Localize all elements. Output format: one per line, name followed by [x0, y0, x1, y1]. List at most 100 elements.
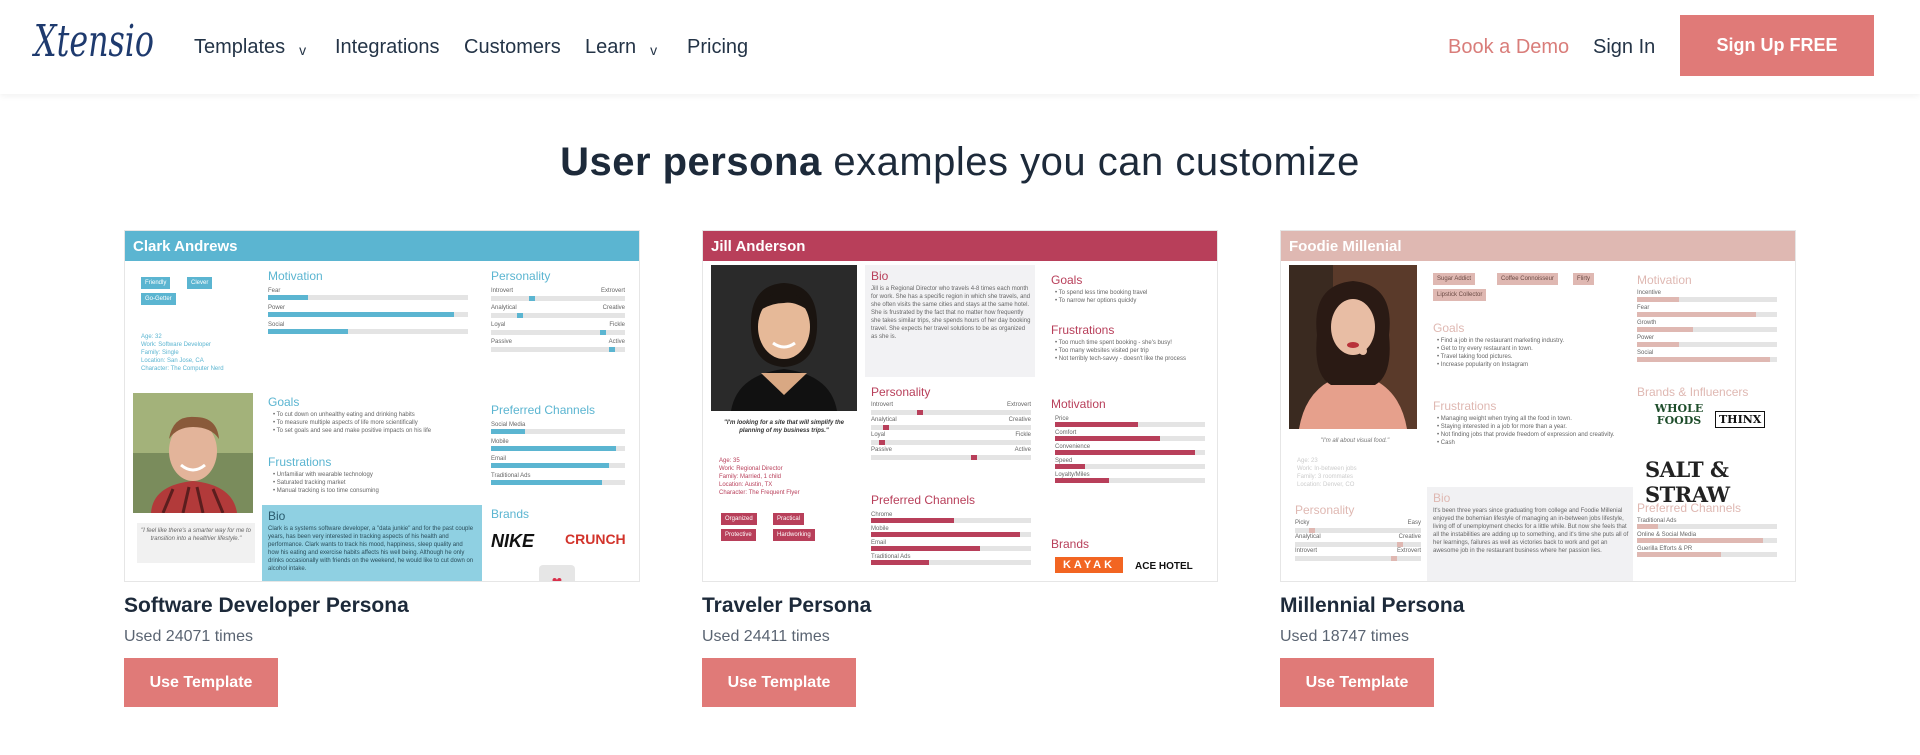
nav-pricing[interactable]: Pricing: [687, 36, 748, 59]
info-line: Location: San Jose, CA: [141, 358, 204, 364]
nav-integrations[interactable]: Integrations: [335, 36, 440, 59]
frustration-text: Too many websites visited per trip: [1058, 348, 1149, 354]
template-title[interactable]: Traveler Persona: [702, 594, 1218, 618]
persona-info: Age: 35 Work: Regional Director Family: …: [719, 457, 800, 497]
slider-right-label: Extrovert: [1396, 548, 1421, 554]
bar-track: [1055, 464, 1205, 469]
goal-item: • Get to try every restaurant in town.: [1437, 346, 1533, 352]
bio-panel: Bio It's been three years since graduati…: [1427, 487, 1633, 581]
bar-track: [491, 446, 625, 451]
bar-fill: [491, 446, 616, 451]
frustration-text: Cash: [1440, 440, 1455, 446]
goal-item: • To set goals and see and make positive…: [273, 428, 432, 434]
bar-fill: [491, 463, 609, 468]
bar-fill: [1637, 552, 1721, 557]
section-label: Preferred Channels: [491, 403, 596, 417]
persona-photo: [711, 265, 857, 411]
section-label: Preferred Channels: [1637, 501, 1742, 515]
persona-tag: Protective: [721, 529, 756, 541]
bar-fill: [1055, 478, 1109, 483]
use-template-button[interactable]: Use Template: [1280, 658, 1434, 707]
frustration-item: • Manual tracking is too time consuming: [273, 488, 379, 494]
use-template-button[interactable]: Use Template: [702, 658, 856, 707]
slider-track: [1295, 556, 1421, 561]
bar-fill: [871, 532, 1020, 537]
bar-track: [871, 560, 1031, 565]
frustrations-list: • Managing weight when trying all the fo…: [1437, 415, 1633, 447]
section-label: Goals: [1051, 273, 1083, 287]
section-label: Frustrations: [268, 455, 332, 469]
bar-label: Mobile: [491, 439, 509, 445]
nav-learn-label: Learn: [585, 36, 637, 58]
bar-label: Incentive: [1637, 290, 1662, 296]
xtensio-logo[interactable]: Xtensio: [32, 12, 158, 74]
bar-fill: [1637, 297, 1679, 302]
goal-item: • Travel taking food pictures.: [1437, 354, 1513, 360]
woman-portrait-image: [1289, 265, 1417, 429]
persona-tag: Coffee Connoisseur: [1497, 273, 1558, 285]
section-label: Bio: [871, 269, 889, 283]
persona-body: "I'm looking for a site that will simpli…: [703, 261, 1217, 581]
goal-item: • To spend less time booking travel: [1055, 290, 1148, 296]
goal-item: • To cut down on unhealthy eating and dr…: [273, 412, 415, 418]
chevron-down-icon: v: [650, 42, 658, 58]
info-line: Age: 32: [141, 334, 162, 340]
persona-preview[interactable]: Clark Andrews Friendly Clever Go-Getter …: [124, 230, 640, 582]
woman-portrait-image: [711, 265, 857, 411]
bar-fill: [1637, 342, 1679, 347]
persona-name: Jill Anderson: [703, 231, 1217, 261]
slider-knob: [517, 313, 523, 318]
usage-count: Used 18747 times: [1280, 628, 1409, 645]
slider-right-label: Extrovert: [1006, 402, 1031, 408]
nav-learn[interactable]: Learn v: [585, 36, 657, 59]
bar-fill: [1637, 327, 1693, 332]
persona-body: "I'm all about visual food." Age: 23 Wor…: [1281, 261, 1795, 581]
template-card-software-developer: Clark Andrews Friendly Clever Go-Getter …: [124, 230, 640, 707]
goal-text: To measure multiple aspects of life more…: [276, 420, 418, 426]
nav-templates[interactable]: Templates v: [194, 36, 306, 59]
goals-list: • To cut down on unhealthy eating and dr…: [273, 411, 473, 435]
slider-track: [871, 455, 1031, 460]
nav-integrations-label: Integrations: [335, 36, 440, 58]
template-title[interactable]: Millennial Persona: [1280, 594, 1796, 618]
sign-in-link[interactable]: Sign In: [1593, 36, 1655, 59]
frustration-item: • Too many websites visited per trip: [1055, 348, 1149, 354]
template-title[interactable]: Software Developer Persona: [124, 594, 640, 618]
slider-right-label: Creative: [1398, 534, 1421, 540]
bar-track: [871, 532, 1031, 537]
template-card-millennial: Foodie Millenial "I'm all about visual f…: [1280, 230, 1796, 707]
bar-fill: [1637, 524, 1658, 529]
info-line: Family: 3 roommates: [1297, 474, 1354, 480]
use-template-button[interactable]: Use Template: [124, 658, 278, 707]
bar-fill: [491, 480, 602, 485]
heart-icon[interactable]: ♥: [539, 565, 575, 581]
persona-body: Friendly Clever Go-Getter Age: 32 Work: …: [125, 261, 639, 581]
nav-customers[interactable]: Customers: [464, 36, 561, 59]
info-line: Work: Regional Director: [719, 466, 783, 472]
goals-list: • To spend less time booking travel • To…: [1055, 289, 1211, 305]
bar-label: Traditional Ads: [491, 473, 531, 479]
persona-info: Age: 23 Work: In-between jobs Family: 3 …: [1297, 457, 1357, 489]
goal-item: • Find a job in the restaurant marketing…: [1437, 338, 1565, 344]
page-heading: User persona examples you can customize: [0, 140, 1920, 185]
bar-track: [871, 518, 1031, 523]
book-demo-link[interactable]: Book a Demo: [1448, 36, 1569, 59]
bar-track: [1637, 357, 1777, 362]
man-portrait-image: [133, 393, 253, 513]
nav-customers-label: Customers: [464, 36, 561, 58]
bar-fill: [1055, 464, 1085, 469]
goal-text: Find a job in the restaurant marketing i…: [1440, 338, 1565, 344]
brand-logo-salt-straw: SALT & STRAW: [1645, 457, 1730, 507]
usage-count: Used 24411 times: [702, 628, 830, 645]
persona-tag: Hardworking: [773, 529, 815, 541]
persona-preview[interactable]: Jill Anderson "I'm looking for a site th…: [702, 230, 1218, 582]
bar-track: [1637, 327, 1777, 332]
goal-item: • To narrow her options quickly: [1055, 298, 1137, 304]
persona-preview[interactable]: Foodie Millenial "I'm all about visual f…: [1280, 230, 1796, 582]
slider-right-label: Fickle: [609, 322, 625, 328]
info-line: Work: In-between jobs: [1297, 466, 1357, 472]
sign-up-button[interactable]: Sign Up FREE: [1680, 15, 1874, 76]
logo-text: Xtensio: [32, 16, 154, 67]
section-label: Brands: [1051, 537, 1090, 551]
brand-logo-nike: NIKE: [491, 531, 535, 551]
